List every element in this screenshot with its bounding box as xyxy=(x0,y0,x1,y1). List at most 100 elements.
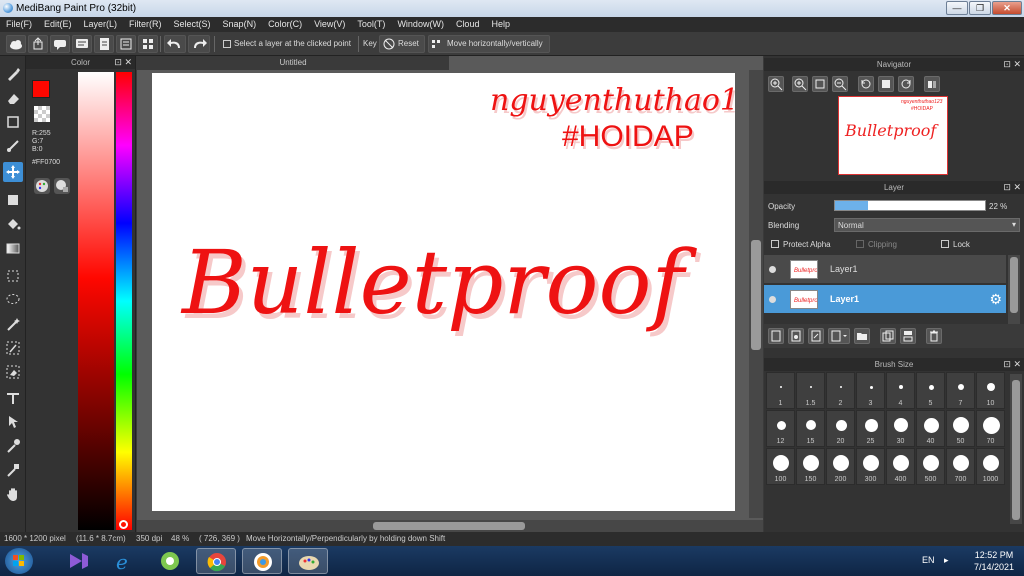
brush-size-cell[interactable]: 100 xyxy=(766,448,795,485)
gear-icon[interactable]: ⚙ xyxy=(989,291,1002,308)
new-layer-icon[interactable] xyxy=(768,328,784,344)
brush-scroll-thumb[interactable] xyxy=(1012,380,1020,520)
brush-size-cell[interactable]: 25 xyxy=(856,410,885,447)
restore-button[interactable]: ❐ xyxy=(969,1,991,15)
navigator-close-icon[interactable]: ⊡ ✕ xyxy=(1003,58,1021,71)
menu-cloud[interactable]: Cloud xyxy=(450,17,486,32)
list-settings-icon[interactable] xyxy=(116,35,136,53)
horizontal-scrollbar[interactable] xyxy=(137,520,763,532)
lasso-icon[interactable] xyxy=(3,290,23,310)
select-eraser-icon[interactable] xyxy=(3,362,23,382)
drawing-canvas[interactable]: nguyenthuthao123 nguyenthuthao123 #HOIDA… xyxy=(152,73,735,511)
document-icon[interactable] xyxy=(94,35,114,53)
brush-size-cell[interactable]: 1 xyxy=(766,372,795,409)
brush-size-cell[interactable]: 400 xyxy=(886,448,915,485)
new-color-layer-icon[interactable] xyxy=(788,328,804,344)
color-settings-icon[interactable] xyxy=(54,178,70,194)
flip-icon[interactable] xyxy=(878,76,894,92)
brush-size-cell[interactable]: 3 xyxy=(856,372,885,409)
brush-size-cell[interactable]: 15 xyxy=(796,410,825,447)
brush-size-cell[interactable]: 1.5 xyxy=(796,372,825,409)
brush-tool-icon[interactable] xyxy=(3,64,23,84)
clock[interactable]: 12:52 PM 7/14/2021 xyxy=(974,549,1014,573)
brush-size-cell[interactable]: 500 xyxy=(916,448,945,485)
start-button-icon[interactable] xyxy=(5,548,33,574)
comment-icon[interactable] xyxy=(50,35,70,53)
add-layer-dropdown-icon[interactable] xyxy=(828,328,850,344)
fit-screen-icon[interactable] xyxy=(812,76,828,92)
duplicate-layer-icon[interactable] xyxy=(880,328,896,344)
gradient-tool-icon[interactable] xyxy=(3,238,23,258)
menu-color[interactable]: Color(C) xyxy=(262,17,308,32)
delete-layer-icon[interactable] xyxy=(926,328,942,344)
medibang-icon[interactable] xyxy=(242,548,282,574)
merge-down-icon[interactable] xyxy=(900,328,916,344)
new-halftone-layer-icon[interactable] xyxy=(808,328,824,344)
opacity-slider[interactable] xyxy=(834,200,986,211)
fill-shape-icon[interactable] xyxy=(3,190,23,210)
cloud-icon[interactable] xyxy=(6,35,26,53)
chat-icon[interactable] xyxy=(72,35,92,53)
brush-size-cell[interactable]: 12 xyxy=(766,410,795,447)
brush-size-cell[interactable]: 70 xyxy=(976,410,1005,447)
brush-scrollbar[interactable] xyxy=(1010,374,1022,524)
brightness-strip[interactable] xyxy=(78,72,114,530)
menu-layer[interactable]: Layer(L) xyxy=(78,17,124,32)
lock-checkbox[interactable] xyxy=(941,240,949,248)
menu-file[interactable]: File(F) xyxy=(0,17,38,32)
coc-coc-icon[interactable] xyxy=(150,548,190,574)
rotate-left-icon[interactable] xyxy=(858,76,874,92)
brush-size-cell[interactable]: 150 xyxy=(796,448,825,485)
redo-icon[interactable] xyxy=(188,35,210,53)
layer-row-selected[interactable]: Bulletproof Layer1 ⚙ xyxy=(764,285,1006,313)
select-rect-icon[interactable] xyxy=(3,266,23,286)
hand-tool-icon[interactable] xyxy=(3,484,23,504)
menu-window[interactable]: Window(W) xyxy=(391,17,450,32)
hue-handle[interactable] xyxy=(119,520,128,529)
grid-icon[interactable] xyxy=(138,35,158,53)
language-indicator[interactable]: EN xyxy=(922,555,935,565)
brush-size-cell[interactable]: 5 xyxy=(916,372,945,409)
menu-snap[interactable]: Snap(N) xyxy=(217,17,263,32)
text-tool-icon[interactable] xyxy=(3,388,23,408)
protect-alpha-checkbox[interactable] xyxy=(771,240,779,248)
visibility-icon[interactable] xyxy=(769,296,776,303)
brush-size-cell[interactable]: 40 xyxy=(916,410,945,447)
magic-wand-icon[interactable] xyxy=(3,314,23,334)
select-layer-checkbox[interactable] xyxy=(223,40,231,48)
menu-view[interactable]: View(V) xyxy=(308,17,351,32)
move-hv-button[interactable]: Move horizontally/vertically xyxy=(428,35,550,53)
eyedropper-alt-icon[interactable] xyxy=(3,460,23,480)
brush-size-cell[interactable]: 300 xyxy=(856,448,885,485)
paint-icon[interactable] xyxy=(288,548,328,574)
eraser-tool-icon[interactable] xyxy=(3,88,23,108)
rotate-right-icon[interactable] xyxy=(898,76,914,92)
transparent-swatch[interactable] xyxy=(34,106,50,122)
brush-size-cell[interactable]: 20 xyxy=(826,410,855,447)
menu-help[interactable]: Help xyxy=(485,17,516,32)
zoom-in-icon[interactable] xyxy=(768,76,784,92)
document-tab[interactable]: Untitled xyxy=(137,56,449,70)
close-button[interactable]: ✕ xyxy=(992,1,1022,15)
brush-size-cell[interactable]: 200 xyxy=(826,448,855,485)
hue-slider[interactable] xyxy=(116,72,132,530)
folder-icon[interactable] xyxy=(854,328,870,344)
blending-select[interactable]: Normal ▾ xyxy=(834,218,1020,232)
navigator-options-icon[interactable] xyxy=(924,76,940,92)
menu-select[interactable]: Select(S) xyxy=(168,17,217,32)
palette-icon[interactable] xyxy=(34,178,50,194)
layer-close-icon[interactable]: ⊡ ✕ xyxy=(1003,181,1021,194)
layer-row[interactable]: Bulletproof Layer1 xyxy=(764,255,1006,283)
select-pen-icon[interactable] xyxy=(3,338,23,358)
brush-size-cell[interactable]: 2 xyxy=(826,372,855,409)
brush-size-cell[interactable]: 50 xyxy=(946,410,975,447)
brush-size-cell[interactable]: 10 xyxy=(976,372,1005,409)
vertical-scroll-thumb[interactable] xyxy=(751,240,761,350)
foreground-color-swatch[interactable] xyxy=(32,80,50,98)
visual-studio-icon[interactable] xyxy=(58,548,98,574)
brush-size-cell[interactable]: 4 xyxy=(886,372,915,409)
tray-arrow-icon[interactable]: ▸ xyxy=(944,555,949,566)
menu-filter[interactable]: Filter(R) xyxy=(123,17,168,32)
eyedropper-icon[interactable] xyxy=(3,436,23,456)
brush-size-cell[interactable]: 7 xyxy=(946,372,975,409)
